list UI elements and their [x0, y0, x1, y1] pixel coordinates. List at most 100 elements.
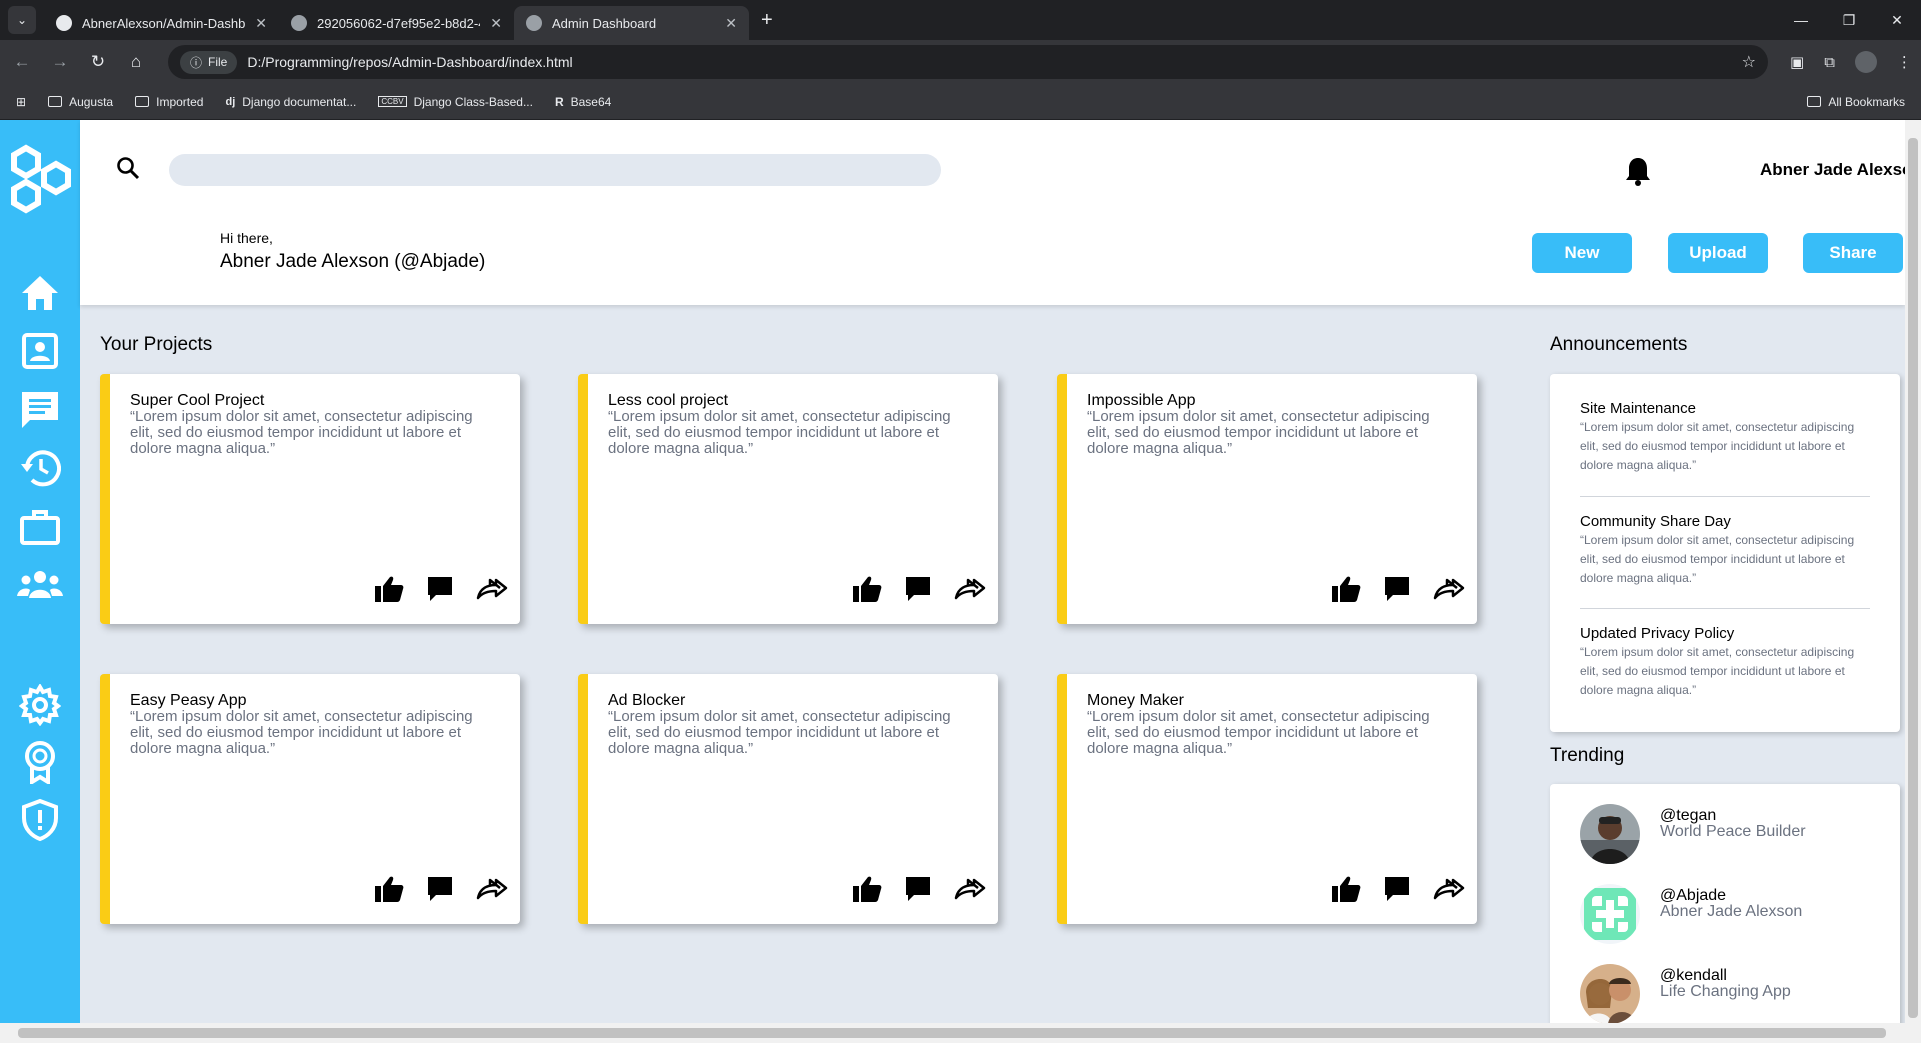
- apps-icon[interactable]: ⊞: [16, 95, 26, 109]
- sidebar-item-history[interactable]: [0, 448, 80, 488]
- minimize-icon[interactable]: —: [1777, 0, 1825, 40]
- search-icon[interactable]: [116, 156, 140, 180]
- close-icon[interactable]: ✕: [725, 15, 737, 32]
- comment-icon[interactable]: [904, 575, 932, 608]
- announcement-item[interactable]: Site Maintenance “Lorem ipsum dolor sit …: [1580, 400, 1870, 475]
- thumbs-up-icon[interactable]: [1331, 875, 1361, 908]
- sidebar-item-profile[interactable]: [0, 332, 80, 370]
- reload-icon[interactable]: ↻: [82, 46, 114, 78]
- announcement-item[interactable]: Updated Privacy Policy “Lorem ipsum dolo…: [1580, 625, 1870, 700]
- bookmark-label: All Bookmarks: [1828, 94, 1905, 109]
- trending-subtitle: Abner Jade Alexson: [1660, 903, 1803, 920]
- project-card[interactable]: Ad Blocker “Lorem ipsum dolor sit amet, c…: [578, 674, 998, 924]
- scrollbar-thumb[interactable]: [18, 1028, 1886, 1038]
- bookmark-link[interactable]: dj Django documentat...: [225, 95, 356, 109]
- tab-groups-icon[interactable]: ▣: [1790, 53, 1804, 71]
- announcements-panel: Site Maintenance “Lorem ipsum dolor sit …: [1550, 374, 1900, 732]
- project-card[interactable]: Easy Peasy App “Lorem ipsum dolor sit ame…: [100, 674, 520, 924]
- thumbs-up-icon[interactable]: [852, 875, 882, 908]
- sidebar-item-settings[interactable]: [0, 684, 80, 726]
- bookmark-folder[interactable]: Augusta: [48, 95, 113, 109]
- bookmark-folder[interactable]: Imported: [135, 95, 203, 109]
- user-name[interactable]: Abner Jade Alexson: [1760, 160, 1905, 180]
- browser-tab-active[interactable]: Admin Dashboard ✕: [514, 6, 749, 40]
- horizontal-scrollbar[interactable]: [0, 1023, 1921, 1043]
- hexagon-logo-icon[interactable]: [8, 144, 76, 220]
- sidebar-item-messages[interactable]: [0, 390, 80, 430]
- divider: [1580, 496, 1870, 497]
- share-arrow-icon[interactable]: [476, 578, 508, 605]
- site-info-chip[interactable]: ⓘ File: [180, 50, 238, 74]
- sidebar-item-community[interactable]: [0, 568, 80, 600]
- comment-icon[interactable]: [1383, 875, 1411, 908]
- shield-icon: [22, 798, 58, 842]
- new-button[interactable]: New: [1532, 233, 1632, 273]
- thumbs-up-icon[interactable]: [852, 575, 882, 608]
- bookmark-link[interactable]: R Base64: [555, 95, 611, 109]
- sidebar-item-achievements[interactable]: [0, 740, 80, 784]
- card-actions: [374, 575, 508, 608]
- close-window-icon[interactable]: ✕: [1873, 0, 1921, 40]
- share-arrow-icon[interactable]: [476, 878, 508, 905]
- comment-icon[interactable]: [1383, 575, 1411, 608]
- thumbs-up-icon[interactable]: [374, 875, 404, 908]
- close-icon[interactable]: ✕: [490, 15, 502, 32]
- scrollbar-thumb[interactable]: [1908, 138, 1918, 1018]
- thumbs-up-icon[interactable]: [374, 575, 404, 608]
- bell-icon[interactable]: [1624, 156, 1652, 186]
- gear-icon: [19, 684, 61, 726]
- vertical-scrollbar[interactable]: [1905, 120, 1921, 1023]
- project-card[interactable]: Less cool project “Lorem ipsum dolor sit …: [578, 374, 998, 624]
- trending-item[interactable]: @Abjade Abner Jade Alexson: [1580, 884, 1802, 944]
- projects-title: Your Projects: [100, 334, 213, 355]
- avatar: [1580, 884, 1640, 944]
- comment-icon[interactable]: [904, 875, 932, 908]
- comment-icon[interactable]: [426, 875, 454, 908]
- trending-item[interactable]: @kendall Life Changing App: [1580, 964, 1791, 1023]
- home-icon[interactable]: ⌂: [120, 46, 152, 78]
- comment-icon[interactable]: [426, 575, 454, 608]
- project-card[interactable]: Money Maker “Lorem ipsum dolor sit amet, …: [1057, 674, 1477, 924]
- window-controls: — ❐ ✕: [1777, 0, 1921, 40]
- tab-search-button[interactable]: ⌄: [8, 6, 36, 34]
- share-button[interactable]: Share: [1803, 233, 1903, 273]
- share-arrow-icon[interactable]: [954, 878, 986, 905]
- trending-subtitle: Life Changing App: [1660, 983, 1791, 1000]
- browser-tab[interactable]: AbnerAlexson/Admin-Dashboard ✕: [44, 6, 279, 40]
- browser-tab[interactable]: 292056062-d7ef95e2-b8d2-47c ✕: [279, 6, 514, 40]
- trending-handle: @Abjade: [1660, 887, 1727, 904]
- share-arrow-icon[interactable]: [1433, 578, 1465, 605]
- github-icon: [56, 15, 72, 31]
- search-input[interactable]: [169, 154, 941, 186]
- extensions-icon[interactable]: ⧉: [1824, 54, 1835, 71]
- announcement-title: Updated Privacy Policy: [1580, 625, 1735, 642]
- url-text: D:/Programming/repos/Admin-Dashboard/ind…: [247, 54, 573, 70]
- toolbar-actions: ▣ ⧉ ⋮: [1790, 51, 1912, 73]
- sidebar-item-home[interactable]: [0, 274, 80, 312]
- trending-item[interactable]: @tegan World Peace Builder: [1580, 804, 1806, 864]
- sidebar-item-projects[interactable]: [0, 508, 80, 546]
- bookmark-star-icon[interactable]: ☆: [1742, 52, 1756, 72]
- all-bookmarks[interactable]: All Bookmarks: [1807, 95, 1905, 109]
- bookmark-link[interactable]: CCBV Django Class-Based...: [378, 95, 533, 109]
- announcement-item[interactable]: Community Share Day “Lorem ipsum dolor s…: [1580, 513, 1870, 588]
- restore-icon[interactable]: ❐: [1825, 0, 1873, 40]
- forward-icon[interactable]: →: [44, 46, 76, 78]
- announcement-desc: “Lorem ipsum dolor sit amet, consectetur…: [1580, 645, 1855, 697]
- bookmark-label: Django documentat...: [242, 94, 357, 109]
- browser-toolbar: ← → ↻ ⌂ ⓘ File D:/Programming/repos/Admi…: [0, 40, 1921, 84]
- new-tab-button[interactable]: +: [761, 9, 773, 32]
- sidebar-item-security[interactable]: [0, 798, 80, 842]
- back-icon[interactable]: ←: [6, 46, 38, 78]
- address-bar[interactable]: ⓘ File D:/Programming/repos/Admin-Dashbo…: [168, 45, 1768, 79]
- project-card[interactable]: Super Cool Project “Lorem ipsum dolor sit…: [100, 374, 520, 624]
- share-arrow-icon[interactable]: [1433, 878, 1465, 905]
- project-card[interactable]: Impossible App “Lorem ipsum dolor sit ame…: [1057, 374, 1477, 624]
- profile-icon: [22, 333, 58, 369]
- thumbs-up-icon[interactable]: [1331, 575, 1361, 608]
- upload-button[interactable]: Upload: [1668, 233, 1768, 273]
- share-arrow-icon[interactable]: [954, 578, 986, 605]
- menu-icon[interactable]: ⋮: [1897, 53, 1912, 71]
- profile-avatar[interactable]: [1854, 51, 1877, 73]
- close-icon[interactable]: ✕: [255, 15, 267, 32]
